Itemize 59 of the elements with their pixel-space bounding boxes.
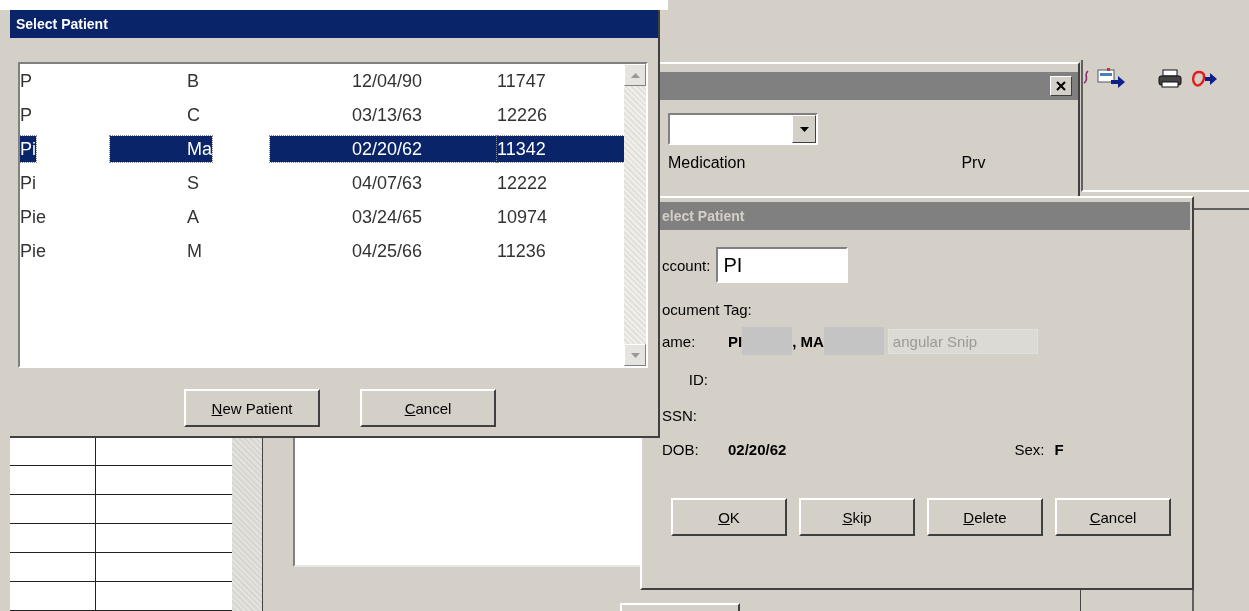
list-cell[interactable]: 12/04/90 — [270, 68, 497, 94]
caret-icon — [799, 126, 809, 132]
list-cell[interactable]: B — [110, 68, 199, 94]
dialog-button[interactable]: Delete — [927, 498, 1043, 536]
scrollbar[interactable] — [624, 64, 646, 366]
list-cell[interactable]: 03/13/63 — [270, 102, 497, 128]
dialog-button[interactable]: OK — [671, 498, 787, 536]
list-cell[interactable]: A — [110, 204, 199, 230]
field-label: Sex: — [1014, 440, 1045, 458]
tooltip-text: angular Snip — [887, 328, 1039, 354]
column-header: Prv — [961, 154, 986, 172]
dropdown-field[interactable] — [668, 113, 818, 145]
field-label: ocument Tag: — [662, 301, 752, 318]
dialog-button[interactable]: New Patient — [184, 389, 320, 427]
list-cell[interactable]: 12222 — [497, 170, 624, 196]
list-cell[interactable]: S — [110, 170, 199, 196]
list-cell[interactable]: 11747 — [497, 68, 624, 94]
field-label: ame: — [662, 332, 697, 350]
scroll-down-button[interactable] — [624, 344, 646, 366]
list-cell[interactable]: P — [20, 102, 32, 128]
printer-icon[interactable] — [1157, 69, 1183, 89]
window-title: Select Patient — [16, 16, 108, 32]
dialog-button[interactable]: Skip — [799, 498, 915, 536]
close-button[interactable] — [1050, 76, 1072, 96]
field-label: ccount: — [662, 256, 711, 274]
list-cell[interactable]: 02/20/62 — [270, 136, 497, 162]
list-cell[interactable]: M — [110, 238, 202, 264]
list-cell[interactable]: 11236 — [497, 238, 624, 264]
list-cell[interactable]: Pie — [20, 204, 46, 230]
field-value: , MA — [792, 332, 824, 350]
field-value: 02/20/62 — [728, 440, 787, 458]
input-field[interactable]: PI — [716, 247, 849, 283]
down-arrow-icon — [630, 352, 640, 358]
close-icon — [1055, 80, 1067, 92]
field-label: SSN: — [662, 406, 698, 424]
list-cell[interactable]: 04/07/63 — [270, 170, 497, 196]
list-cell[interactable]: 03/24/65 — [270, 204, 497, 230]
ring-arrow-icon[interactable] — [1189, 69, 1219, 89]
column-header: Medication — [668, 154, 746, 172]
list-cell[interactable]: C — [110, 102, 200, 128]
list-cell[interactable]: P — [20, 68, 32, 94]
dialog-button[interactable]: Cancel — [1055, 498, 1171, 536]
screen-arrow-icon[interactable] — [1097, 68, 1127, 90]
up-arrow-icon — [630, 72, 640, 78]
list-cell[interactable]: 12226 — [497, 102, 624, 128]
list-cell[interactable]: 10974 — [497, 204, 624, 230]
list-cell[interactable]: 11342 — [497, 136, 624, 162]
list-cell[interactable]: 04/25/66 — [270, 238, 497, 264]
field-value: F — [1054, 440, 1064, 458]
list-cell[interactable]: Pi — [20, 170, 36, 196]
list-cell[interactable]: Ma — [110, 136, 212, 162]
field-label: DOB: — [662, 440, 700, 458]
list-cell[interactable]: Pi — [20, 136, 36, 162]
field-label: ID: — [687, 370, 708, 388]
dialog-button[interactable]: Cancel — [360, 389, 496, 427]
list-cell[interactable]: Pie — [20, 238, 46, 264]
window-title: elect Patient — [662, 208, 745, 224]
scroll-up-button[interactable] — [624, 64, 646, 86]
field-value: PI — [728, 332, 743, 350]
